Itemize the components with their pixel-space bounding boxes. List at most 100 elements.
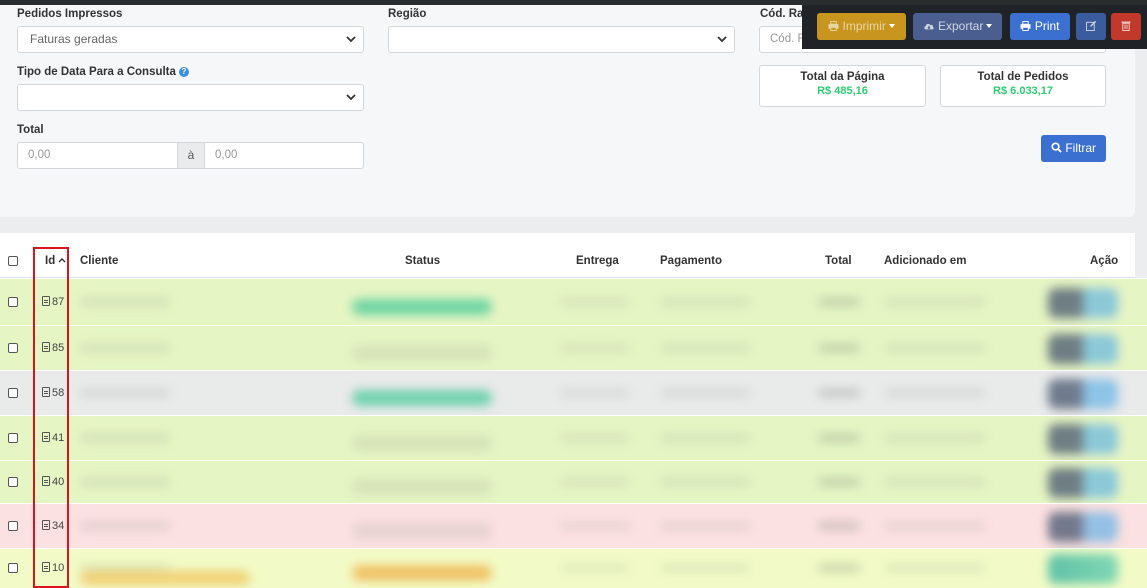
total-from-placeholder: 0,00 — [28, 149, 51, 161]
table-row[interactable]: 41 — [0, 415, 1147, 460]
table-row[interactable]: 10 — [0, 548, 1147, 588]
row-action-buttons[interactable] — [1048, 512, 1118, 542]
tipo-data-select[interactable] — [17, 84, 364, 111]
row-checkbox[interactable] — [8, 563, 18, 573]
total-pagina-box: Total da Página R$ 485,16 — [759, 65, 926, 107]
caret-down-icon — [986, 24, 993, 28]
total-pedidos-value: R$ 6.033,17 — [993, 85, 1053, 97]
total-from-input[interactable]: 0,00 — [17, 142, 178, 169]
select-all-checkbox[interactable] — [8, 256, 18, 266]
tipo-data-label: Tipo de Data Para a Consulta? — [17, 66, 189, 78]
redacted-cell — [818, 434, 860, 442]
action-toolbar: Imprimir Exportar Print — [802, 5, 1147, 49]
table-row[interactable]: 58 — [0, 370, 1147, 415]
highlight-id-column — [33, 247, 69, 588]
pedidos-impressos-select[interactable]: Faturas geradas — [17, 26, 364, 53]
table-row[interactable]: 34 — [0, 503, 1147, 548]
row-action-buttons[interactable] — [1048, 554, 1118, 584]
redacted-status-badge — [352, 435, 492, 451]
redacted-cell — [560, 298, 630, 306]
redacted-cell — [818, 298, 860, 306]
row-checkbox[interactable] — [8, 521, 18, 531]
row-action-buttons[interactable] — [1048, 379, 1118, 409]
redacted-cell — [885, 478, 985, 486]
chevron-down-icon — [346, 36, 356, 43]
redacted-status-badge — [352, 345, 492, 361]
exportar-button[interactable]: Exportar — [913, 13, 1002, 40]
total-to-input[interactable]: 0,00 — [204, 142, 364, 169]
table-row[interactable]: 87 — [0, 278, 1147, 325]
redacted-cell — [818, 389, 860, 397]
redacted-cell — [80, 522, 170, 530]
cloud-download-icon — [923, 23, 934, 30]
redacted-cell — [80, 389, 170, 397]
column-header-acao: Ação — [1090, 255, 1119, 267]
total-pedidos-label: Total de Pedidos — [977, 71, 1069, 83]
total-pagina-value: R$ 485,16 — [817, 85, 868, 97]
redacted-status-badge — [352, 565, 492, 581]
row-checkbox[interactable] — [8, 433, 18, 443]
redacted-cell — [560, 522, 630, 530]
redacted-status-badge — [352, 523, 492, 539]
column-header-adicionado[interactable]: Adicionado em — [884, 233, 966, 277]
row-action-buttons[interactable] — [1048, 334, 1118, 364]
delete-button[interactable] — [1111, 13, 1141, 40]
redacted-cell — [885, 564, 985, 572]
pedidos-impressos-value: Faturas geradas — [30, 32, 118, 46]
regiao-label: Região — [388, 8, 427, 20]
column-header-entrega[interactable]: Entrega — [576, 233, 619, 277]
row-action-buttons[interactable] — [1048, 468, 1118, 498]
printer-icon — [828, 21, 839, 31]
column-header-status[interactable]: Status — [405, 233, 440, 277]
chevron-down-icon — [717, 36, 727, 43]
redacted-cell — [885, 389, 985, 397]
redacted-cell — [818, 522, 860, 530]
redacted-cell — [560, 434, 630, 442]
column-header-pagamento[interactable]: Pagamento — [660, 233, 722, 277]
print-button[interactable]: Print — [1010, 13, 1070, 40]
total-to-placeholder: 0,00 — [215, 149, 238, 161]
cod-rastreio-placeholder: Cód. R — [770, 33, 806, 45]
row-action-buttons[interactable] — [1048, 288, 1118, 318]
table-row[interactable]: 85 — [0, 325, 1147, 370]
chevron-down-icon — [346, 94, 356, 101]
row-checkbox[interactable] — [8, 388, 18, 398]
redacted-cell — [560, 389, 630, 397]
filtrar-button[interactable]: Filtrar — [1041, 135, 1106, 162]
printer-icon — [1020, 21, 1031, 31]
column-header-cliente[interactable]: Cliente — [80, 233, 118, 277]
redacted-cell — [560, 344, 630, 352]
redacted-cell — [80, 434, 170, 442]
filtrar-label: Filtrar — [1065, 141, 1096, 155]
row-checkbox[interactable] — [8, 477, 18, 487]
total-pedidos-box: Total de Pedidos R$ 6.033,17 — [940, 65, 1106, 107]
column-header-total[interactable]: Total — [825, 233, 852, 277]
help-icon[interactable]: ? — [178, 67, 189, 77]
redacted-status-badge — [352, 479, 492, 495]
redacted-cell — [660, 298, 750, 306]
pedidos-impressos-label: Pedidos Impressos — [17, 8, 123, 20]
table-row[interactable]: 40 — [0, 460, 1147, 503]
redacted-cell — [660, 478, 750, 486]
redacted-cell — [818, 478, 860, 486]
redacted-cell — [885, 298, 985, 306]
row-action-buttons[interactable] — [1048, 424, 1118, 454]
redacted-cell — [80, 344, 170, 352]
imprimir-button[interactable]: Imprimir — [817, 13, 906, 40]
edit-button[interactable] — [1076, 13, 1106, 40]
row-checkbox[interactable] — [8, 343, 18, 353]
row-checkbox[interactable] — [8, 297, 18, 307]
redacted-cell — [818, 344, 860, 352]
print-label: Print — [1034, 19, 1060, 33]
redacted-status-badge — [352, 299, 492, 315]
redacted-cell — [660, 522, 750, 530]
redacted-cell — [80, 478, 170, 486]
redacted-cell — [885, 434, 985, 442]
imprimir-label: Imprimir — [842, 19, 886, 33]
redacted-cell — [560, 478, 630, 486]
edit-icon — [1085, 20, 1096, 31]
total-label: Total — [17, 124, 44, 136]
exportar-label: Exportar — [937, 19, 984, 33]
total-pagina-label: Total da Página — [800, 71, 885, 83]
regiao-select[interactable] — [388, 26, 735, 53]
